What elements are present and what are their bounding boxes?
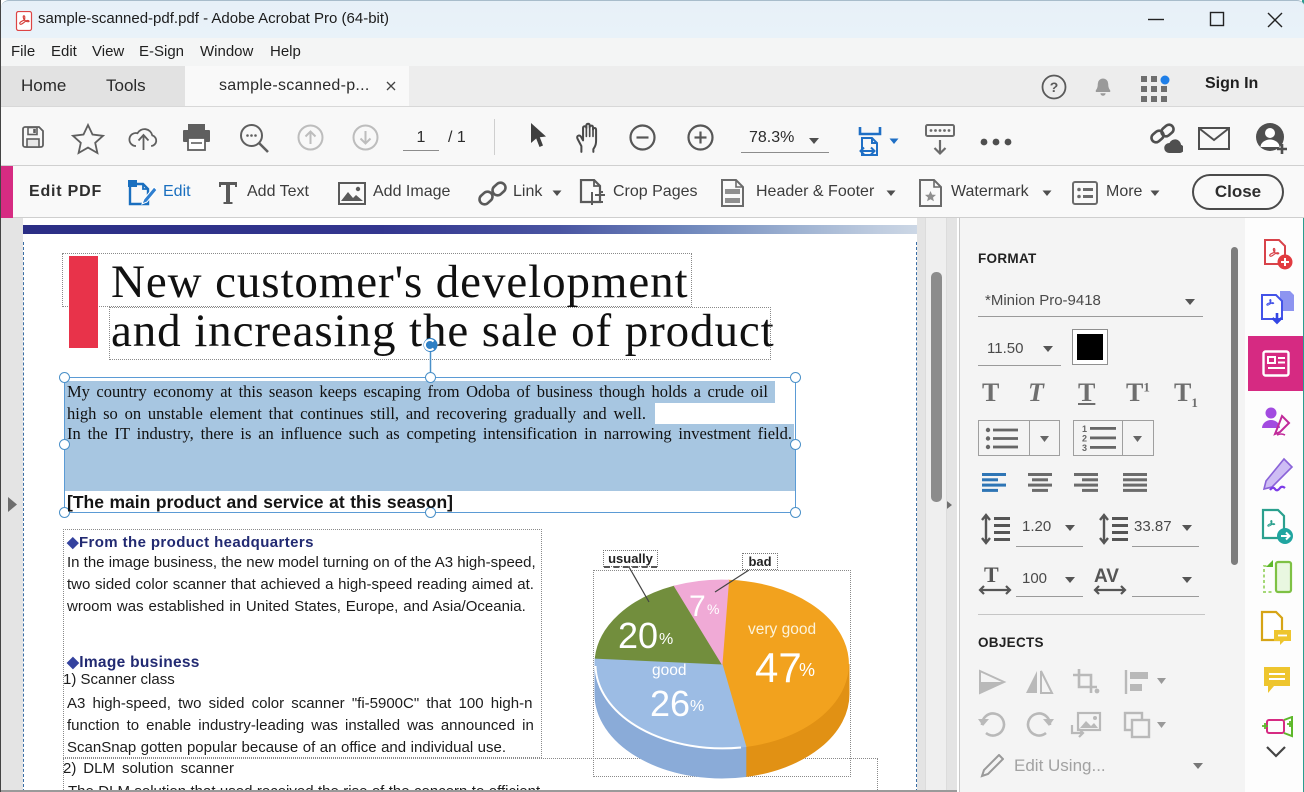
svg-text:AV: AV (1094, 566, 1119, 587)
svg-text:%: % (799, 660, 815, 680)
svg-text:T: T (984, 564, 999, 587)
svg-text:1: 1 (1082, 424, 1087, 434)
svg-text:20: 20 (618, 615, 658, 656)
svg-text:%: % (659, 631, 673, 648)
svg-text:47: 47 (755, 644, 802, 691)
svg-text:3: 3 (1082, 443, 1087, 452)
svg-text:2: 2 (1082, 434, 1087, 444)
svg-text:very good: very good (748, 621, 816, 638)
svg-text:26: 26 (650, 683, 690, 724)
svg-text:good: good (652, 662, 686, 679)
svg-text:%: % (707, 601, 719, 617)
svg-text:?: ? (1050, 79, 1059, 95)
svg-text:%: % (690, 698, 704, 715)
svg-text:7: 7 (689, 590, 706, 623)
